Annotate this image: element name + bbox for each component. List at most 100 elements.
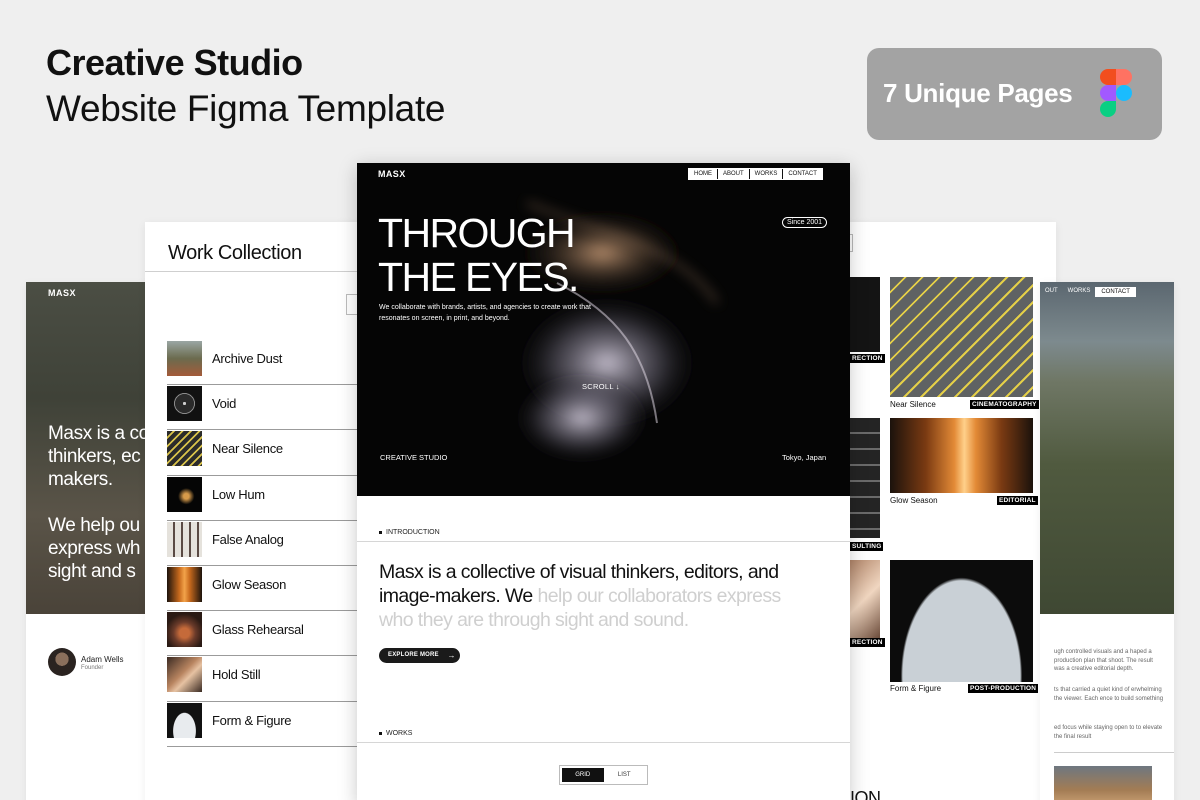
work-thumbnail	[167, 657, 202, 693]
work-tag: POST-PRODUCTION	[968, 684, 1039, 693]
site-logo[interactable]: MASX	[378, 169, 406, 179]
project-paragraph: ugh controlled visuals and a haped a pro…	[1054, 649, 1153, 672]
about-line: express wh	[48, 538, 141, 559]
work-thumbnail	[167, 521, 202, 557]
work-collection-title: Work Collection	[168, 242, 302, 264]
studio-label: CREATIVE STUDIO	[380, 453, 448, 462]
work-title: Form & Figure	[212, 712, 292, 728]
work-thumbnail	[167, 431, 202, 467]
work-thumbnail	[890, 418, 1033, 493]
scroll-indicator[interactable]: SCROLL ↓	[582, 382, 620, 391]
hero-section: MASX HOME ABOUT WORKS CONTACT THROUGH TH…	[357, 163, 850, 496]
work-tag: SULTING	[850, 542, 884, 551]
work-caption: Glow Season	[890, 496, 938, 505]
work-tag: EDITORIAL	[997, 496, 1038, 505]
work-thumbnail	[167, 612, 202, 648]
main-nav: HOME ABOUT WORKS CONTACT	[688, 168, 823, 180]
project-image	[1054, 766, 1152, 800]
about-line: We help ou	[48, 515, 140, 536]
headline-line: THROUGH	[378, 210, 576, 256]
badge-text: 7 Unique Pages	[883, 78, 1073, 108]
project-paragraph: ts that carried a quiet kind of erwhelmi…	[1054, 687, 1164, 702]
nav-item[interactable]: OUT	[1040, 287, 1063, 297]
author-role: Founder	[81, 665, 104, 671]
divider	[1054, 752, 1174, 753]
list-item[interactable]: Void	[167, 385, 375, 431]
works-grid-preview: RECTION SULTING RECTION Near Silence CIN…	[830, 222, 1056, 800]
project-paragraph: ed focus while staying open to to elevat…	[1054, 725, 1163, 740]
headline-line: THE EYES.	[378, 254, 579, 300]
section-label-introduction: INTRODUCTION	[379, 529, 440, 536]
hero-intro: We collaborate with brands, artists, and…	[379, 304, 591, 322]
nav-contact[interactable]: CONTACT	[782, 169, 822, 179]
work-list: Archive Dust Void Near Silence Low Hum F…	[167, 340, 375, 747]
work-title: Near Silence	[212, 441, 283, 457]
list-item[interactable]: Near Silence	[167, 430, 375, 476]
list-item[interactable]: Glow Season	[167, 566, 375, 612]
list-view-button[interactable]: LIST	[604, 768, 646, 782]
list-item[interactable]: False Analog	[167, 521, 375, 566]
nav-works[interactable]: WORKS	[748, 169, 783, 179]
project-nav: OUT WORKS CONTACT	[1040, 287, 1136, 297]
section-heading-cut: ION	[850, 788, 881, 800]
explore-more-button[interactable]: EXPLORE MORE	[379, 648, 448, 663]
list-item[interactable]: Form & Figure	[167, 702, 375, 747]
list-item[interactable]: Low Hum	[167, 476, 375, 521]
work-title: Glass Rehearsal	[212, 622, 304, 638]
work-caption: Form & Figure	[890, 684, 942, 693]
work-title: Glow Season	[212, 576, 287, 592]
home-page-preview: MASX HOME ABOUT WORKS CONTACT THROUGH TH…	[357, 163, 850, 800]
work-tag: CINEMATOGRAPHY	[970, 400, 1039, 409]
work-thumbnail	[850, 277, 880, 352]
page-title: Creative Studio	[46, 42, 303, 83]
work-thumbnail	[890, 277, 1033, 397]
intro-statement: Masx is a collective of visual thinkers,…	[379, 560, 819, 632]
work-thumbnail	[850, 560, 880, 638]
about-line: sight and s	[48, 561, 136, 582]
work-title: Hold Still	[212, 667, 261, 683]
author-name: Adam Wells	[81, 655, 124, 664]
work-title: False Analog	[212, 531, 284, 547]
section-label-works: WORKS	[379, 730, 412, 737]
divider	[357, 541, 850, 542]
about-line: thinkers, ec	[48, 446, 141, 467]
nav-item[interactable]: WORKS	[1063, 287, 1096, 297]
list-item[interactable]: Archive Dust	[167, 340, 375, 386]
work-title: Low Hum	[212, 486, 265, 502]
work-thumbnail	[167, 476, 202, 512]
work-thumbnail	[167, 566, 202, 602]
work-thumbnail	[890, 560, 1033, 682]
work-tag: RECTION	[850, 638, 885, 647]
work-title: Void	[212, 396, 237, 412]
hero-headline: THROUGH THE EYES.	[378, 210, 579, 300]
divider	[357, 742, 850, 743]
nav-home[interactable]: HOME	[689, 169, 717, 179]
work-collection-preview: Work Collection Archive Dust Void Near S…	[145, 222, 375, 800]
list-item[interactable]: Hold Still	[167, 656, 375, 702]
work-caption: Near Silence	[890, 400, 936, 409]
work-tag: RECTION	[850, 354, 885, 363]
nav-item[interactable]: CONTACT	[1095, 287, 1136, 297]
grid-view-button[interactable]: GRID	[562, 768, 604, 782]
about-logo: MASX	[48, 288, 77, 298]
view-toggle: GRID LIST	[559, 765, 648, 785]
since-badge: Since 2001	[782, 217, 828, 228]
location-label: Tokyo, Japan	[782, 453, 827, 462]
work-thumbnail	[167, 386, 202, 422]
page-subtitle: Website Figma Template	[46, 88, 446, 129]
list-item[interactable]: Glass Rehearsal	[167, 611, 375, 657]
project-detail-preview: OUT WORKS CONTACT ugh controlled visuals…	[1040, 282, 1174, 800]
about-line: Masx is a co	[48, 423, 149, 444]
project-hero-image: OUT WORKS CONTACT	[1040, 282, 1174, 614]
work-thumbnail	[850, 418, 880, 538]
about-line: makers.	[48, 469, 113, 490]
nav-about[interactable]: ABOUT	[717, 169, 749, 179]
pages-badge: 7 Unique Pages	[867, 48, 1162, 140]
avatar	[48, 648, 76, 676]
work-thumbnail	[167, 341, 202, 376]
divider	[145, 271, 375, 272]
arrow-right-icon[interactable]: →	[443, 648, 460, 663]
work-thumbnail	[167, 702, 202, 738]
figma-logo-icon	[1100, 69, 1132, 117]
work-title: Archive Dust	[212, 351, 283, 366]
